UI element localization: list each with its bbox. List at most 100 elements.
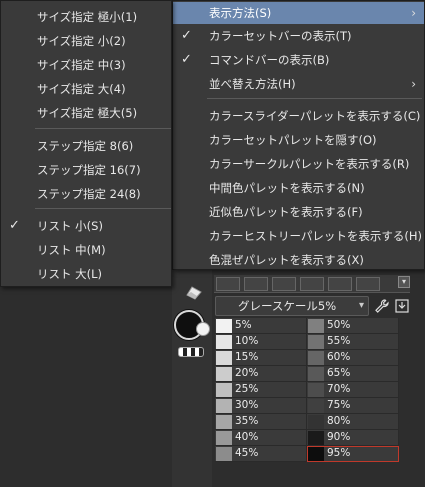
swatch-label: 45% <box>235 447 259 459</box>
context-menu-item[interactable]: 表示方法(S) › <box>173 2 424 24</box>
color-swatch[interactable]: 70% <box>307 382 399 398</box>
view-option-item[interactable]: サイズ指定 中(3) <box>1 54 171 76</box>
swatch-color-chip <box>216 335 232 349</box>
swatch-color-chip <box>308 351 324 365</box>
color-set-dropdown[interactable]: グレースケール5% ▾ <box>215 296 369 316</box>
color-swatch[interactable]: 5% <box>215 318 307 334</box>
swatch-label: 80% <box>327 415 351 427</box>
menu-item-label: リスト 大(L) <box>37 267 103 281</box>
view-option-item[interactable]: サイズ指定 大(4) <box>1 78 171 100</box>
swatch-label: 40% <box>235 431 259 443</box>
submenu-arrow-icon: › <box>411 77 416 91</box>
menu-item-label: リスト 小(S) <box>37 219 103 233</box>
swatch-color-chip <box>308 415 324 429</box>
swatch-label: 70% <box>327 383 351 395</box>
panel-context-menu: 表示方法(S) › ✓ カラーセットバーの表示(T) ✓ コマンドバーの表示(B) 並べ替え… <box>172 0 425 270</box>
context-menu-item[interactable]: カラーサークルパレットを表示する(R) <box>173 153 424 175</box>
color-swatch[interactable]: 25% <box>215 382 307 398</box>
save-to-set-icon[interactable] <box>394 298 410 314</box>
view-option-item[interactable]: リスト 大(L) <box>1 263 171 285</box>
swatch-row: 15% 60% <box>215 350 399 366</box>
swatch-color-chip <box>216 431 232 445</box>
display-method-submenu: サイズ指定 極小(1) サイズ指定 小(2) サイズ指定 中(3) サイズ指定 大(4… <box>0 0 172 287</box>
submenu-arrow-icon: › <box>411 6 416 20</box>
color-swatch[interactable]: 95% <box>307 446 399 462</box>
tab-approximate-color[interactable] <box>328 277 352 291</box>
tab-color-set[interactable] <box>272 277 296 291</box>
swatch-label: 35% <box>235 415 259 427</box>
wrench-icon[interactable] <box>374 298 390 314</box>
color-swatch[interactable]: 35% <box>215 414 307 430</box>
menu-separator <box>35 208 171 209</box>
swatch-color-chip <box>216 383 232 397</box>
color-swatch[interactable]: 50% <box>307 318 399 334</box>
menu-separator <box>35 128 171 129</box>
swatch-label: 90% <box>327 431 351 443</box>
context-menu-item[interactable]: ✓ カラーセットバーの表示(T) <box>173 25 424 47</box>
color-swatch[interactable]: 10% <box>215 334 307 350</box>
swatch-color-chip <box>308 367 324 381</box>
eraser-icon[interactable] <box>186 286 202 300</box>
menu-item-label: 色混ぜパレットを表示する(X) <box>209 253 364 267</box>
color-tools-column <box>172 270 212 487</box>
view-option-item[interactable]: ステップ指定 16(7) <box>1 159 171 181</box>
color-swatch[interactable]: 40% <box>215 430 307 446</box>
panel-menu-button[interactable]: ▾ <box>398 276 410 288</box>
color-swatch[interactable]: 30% <box>215 398 307 414</box>
transparent-color-swatch[interactable] <box>178 347 204 357</box>
view-option-item[interactable]: サイズ指定 小(2) <box>1 30 171 52</box>
swatch-label: 30% <box>235 399 259 411</box>
color-swatch[interactable]: 15% <box>215 350 307 366</box>
color-swatch[interactable]: 65% <box>307 366 399 382</box>
swatch-color-chip <box>308 319 324 333</box>
swatch-label: 75% <box>327 399 351 411</box>
color-swatch[interactable]: 60% <box>307 350 399 366</box>
menu-item-label: カラースライダーパレットを表示する(C) <box>209 109 421 123</box>
context-menu-item[interactable]: 中間色パレットを表示する(N) <box>173 177 424 199</box>
color-swatch[interactable]: 90% <box>307 430 399 446</box>
swatch-label: 65% <box>327 367 351 379</box>
swatch-color-chip <box>216 319 232 333</box>
menu-item-label: カラーサークルパレットを表示する(R) <box>209 157 410 171</box>
view-option-item[interactable]: サイズ指定 極小(1) <box>1 6 171 28</box>
menu-item-label: サイズ指定 大(4) <box>37 82 126 96</box>
context-menu-item[interactable]: 近似色パレットを表示する(F) <box>173 201 424 223</box>
context-menu-item[interactable]: カラースライダーパレットを表示する(C) <box>173 105 424 127</box>
sub-color-swatch[interactable] <box>196 322 210 336</box>
tab-color-wheel[interactable] <box>216 277 240 291</box>
swatch-row: 45% 95% <box>215 446 399 462</box>
menu-item-label: 中間色パレットを表示する(N) <box>209 181 365 195</box>
swatch-label: 50% <box>327 319 351 331</box>
color-swatch[interactable]: 20% <box>215 366 307 382</box>
color-swatch[interactable]: 55% <box>307 334 399 350</box>
color-swatch[interactable]: 80% <box>307 414 399 430</box>
color-swatch[interactable]: 45% <box>215 446 307 462</box>
view-option-item[interactable]: ステップ指定 8(6) <box>1 135 171 157</box>
view-option-item[interactable]: ✓ リスト 小(S) <box>1 215 171 237</box>
tab-color-slider[interactable] <box>244 277 268 291</box>
view-option-item[interactable]: ステップ指定 24(8) <box>1 183 171 205</box>
view-option-item[interactable]: リスト 中(M) <box>1 239 171 261</box>
swatch-label: 15% <box>235 351 259 363</box>
swatch-row: 20% 65% <box>215 366 399 382</box>
menu-item-label: カラーセットバーの表示(T) <box>209 29 352 43</box>
context-menu-item[interactable]: カラーヒストリーパレットを表示する(H) <box>173 225 424 247</box>
tab-color-history[interactable] <box>356 277 380 291</box>
color-swatch[interactable]: 75% <box>307 398 399 414</box>
tab-intermediate-color[interactable] <box>300 277 324 291</box>
menu-item-label: カラーヒストリーパレットを表示する(H) <box>209 229 423 243</box>
swatch-color-chip <box>216 367 232 381</box>
color-set-name: グレースケール5% <box>238 299 337 313</box>
swatch-color-chip <box>216 399 232 413</box>
checkmark-icon: ✓ <box>181 28 192 43</box>
swatch-label: 60% <box>327 351 351 363</box>
menu-separator <box>207 98 422 99</box>
swatch-color-chip <box>308 399 324 413</box>
context-menu-item[interactable]: 並べ替え方法(H) › <box>173 73 424 95</box>
view-option-item[interactable]: サイズ指定 極大(5) <box>1 102 171 124</box>
context-menu-item[interactable]: 色混ぜパレットを表示する(X) <box>173 249 424 271</box>
swatch-label: 10% <box>235 335 259 347</box>
context-menu-item[interactable]: ✓ コマンドバーの表示(B) <box>173 49 424 71</box>
swatch-label: 25% <box>235 383 259 395</box>
context-menu-item[interactable]: カラーセットパレットを隠す(O) <box>173 129 424 151</box>
